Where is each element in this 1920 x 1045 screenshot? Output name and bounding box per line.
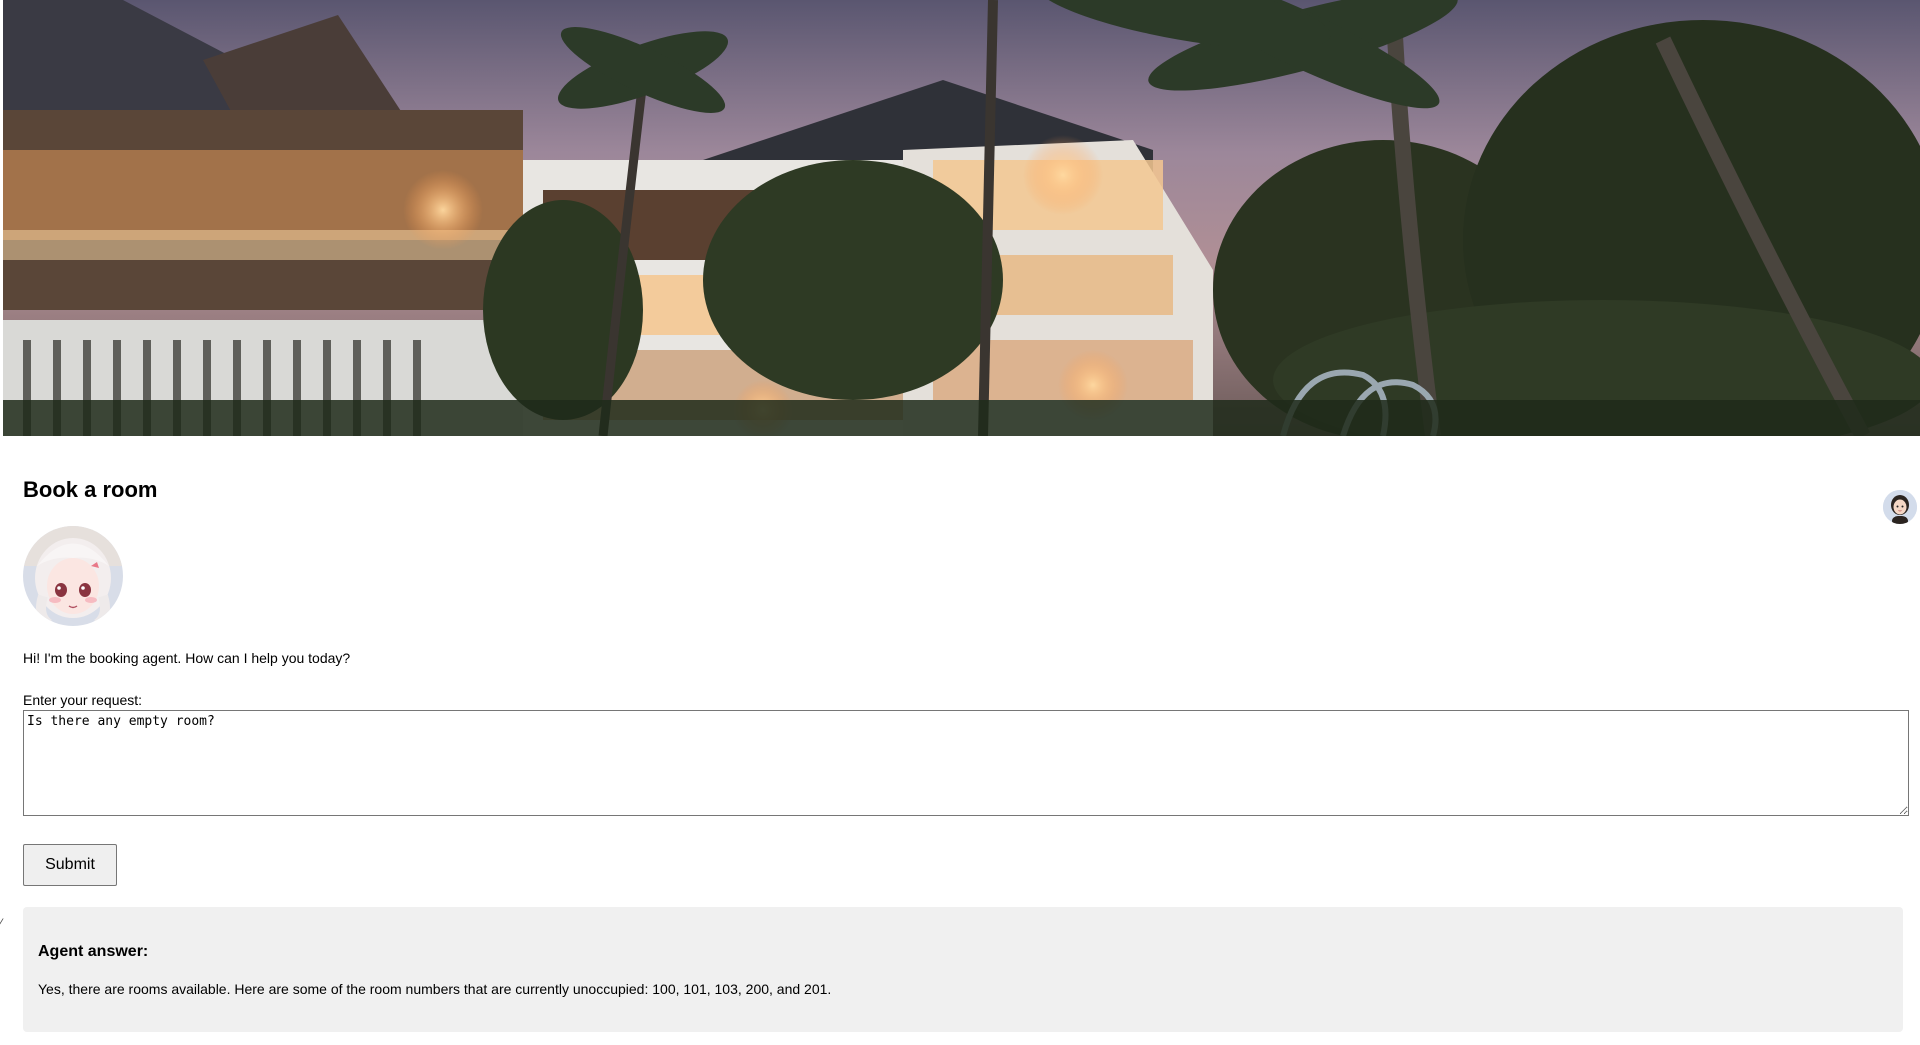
edge-cursor-mark: ⁄ <box>0 916 3 930</box>
hero-photo <box>3 0 1920 436</box>
booking-panel: Book a room Hi! I'm the booking agent. H… <box>23 460 1909 1032</box>
anime-agent-avatar-icon <box>23 526 123 626</box>
request-textarea[interactable]: Is there any empty room? <box>23 710 1909 816</box>
agent-avatar <box>23 526 123 626</box>
page-title: Book a room <box>23 477 158 502</box>
agent-answer-box: Agent answer: Yes, there are rooms avail… <box>23 907 1903 1032</box>
hero-banner-image <box>3 0 1920 436</box>
submit-button[interactable]: Submit <box>23 844 117 886</box>
answer-heading: Agent answer: <box>38 943 149 960</box>
agent-greeting: Hi! I'm the booking agent. How can I hel… <box>23 650 351 666</box>
answer-text: Yes, there are rooms available. Here are… <box>38 981 832 997</box>
request-label: Enter your request: <box>23 692 143 708</box>
